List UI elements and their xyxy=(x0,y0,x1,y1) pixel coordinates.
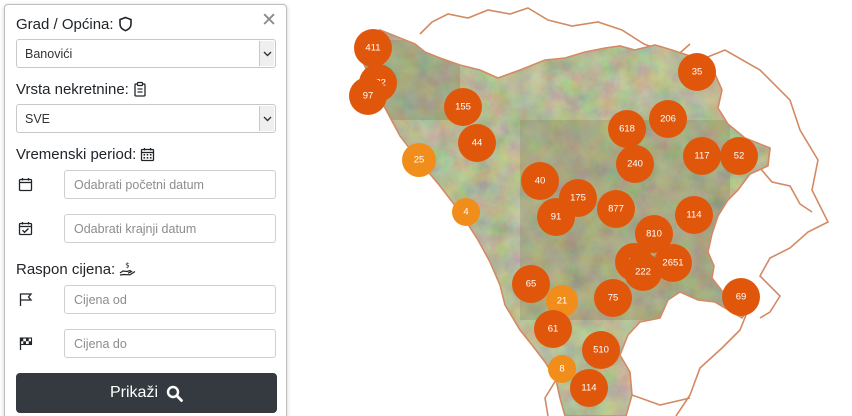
calendar-icon xyxy=(16,177,64,192)
svg-text:$: $ xyxy=(126,262,130,270)
start-date-input[interactable] xyxy=(64,170,276,199)
calendar-check-icon xyxy=(16,221,64,236)
cluster-marker[interactable]: 75 xyxy=(594,279,632,317)
shield-icon xyxy=(118,16,132,32)
cluster-count: 810 xyxy=(646,229,662,240)
end-date-input[interactable] xyxy=(64,214,276,243)
filter-panel: ✕ Grad / Općina: Banovići Vrsta nekretni… xyxy=(4,4,287,416)
cluster-count: 35 xyxy=(692,67,703,78)
cluster-marker[interactable]: 155 xyxy=(444,88,482,126)
cluster-count: 411 xyxy=(365,43,380,54)
cluster-count: 155 xyxy=(455,102,471,113)
cluster-count: 2651 xyxy=(662,258,683,269)
cluster-marker[interactable]: 411 xyxy=(354,29,392,67)
cluster-count: 4 xyxy=(463,207,468,218)
price-from-input[interactable] xyxy=(64,285,276,314)
cluster-marker[interactable]: 61 xyxy=(534,310,572,348)
show-button[interactable]: Prikaži xyxy=(16,373,277,413)
cluster-count: 114 xyxy=(686,210,701,221)
city-select-value: Banovići xyxy=(25,46,73,61)
type-label: Vrsta nekretnine: xyxy=(16,78,276,100)
cluster-count: 222 xyxy=(635,267,651,278)
cluster-count: 618 xyxy=(619,124,635,135)
cluster-count: 65 xyxy=(526,279,537,290)
cluster-marker[interactable]: 206 xyxy=(649,100,687,138)
search-icon xyxy=(166,385,183,402)
city-label: Grad / Općina: xyxy=(16,13,276,35)
close-icon[interactable]: ✕ xyxy=(261,11,277,30)
city-select[interactable]: Banovići xyxy=(16,39,276,68)
cluster-marker[interactable]: 4 xyxy=(452,198,480,226)
cluster-marker[interactable]: 240 xyxy=(616,145,654,183)
cluster-marker[interactable]: 97 xyxy=(349,77,387,115)
cluster-marker[interactable]: 65 xyxy=(512,265,550,303)
chevron-down-icon xyxy=(259,41,274,66)
cluster-count: 52 xyxy=(734,151,745,162)
period-label: Vremenski period: xyxy=(16,143,276,165)
cluster-count: 510 xyxy=(593,345,609,356)
cluster-count: 61 xyxy=(548,324,559,335)
end-date-row xyxy=(16,214,276,243)
checkered-flag-icon xyxy=(16,336,64,351)
cluster-count: 97 xyxy=(363,91,374,102)
cluster-marker[interactable]: 35 xyxy=(678,53,716,91)
calendar-grid-icon xyxy=(141,147,155,161)
cluster-count: 44 xyxy=(472,138,483,149)
cluster-marker[interactable]: 114 xyxy=(675,196,713,234)
cluster-marker[interactable]: 222 xyxy=(624,253,662,291)
cluster-marker[interactable]: 69 xyxy=(722,278,760,316)
start-date-row xyxy=(16,170,276,199)
cash-hand-icon: $ xyxy=(119,262,136,276)
cluster-marker[interactable]: 114 xyxy=(570,369,608,407)
cluster-marker[interactable]: 618 xyxy=(608,110,646,148)
clipboard-icon xyxy=(134,81,146,97)
price-to-input[interactable] xyxy=(64,329,276,358)
price-from-row xyxy=(16,285,276,314)
cluster-count: 240 xyxy=(627,159,643,170)
cluster-count: 877 xyxy=(608,204,624,215)
cluster-count: 206 xyxy=(660,114,676,125)
cluster-marker[interactable]: 877 xyxy=(597,190,635,228)
show-button-label: Prikaži xyxy=(109,384,158,401)
period-label-text: Vremenski period: xyxy=(16,145,137,163)
cluster-count: 91 xyxy=(551,212,562,223)
chevron-down-icon xyxy=(259,106,274,131)
city-label-text: Grad / Općina: xyxy=(16,15,114,33)
cluster-marker[interactable]: 52 xyxy=(720,137,758,175)
cluster-marker[interactable]: 510 xyxy=(582,331,620,369)
type-label-text: Vrsta nekretnine: xyxy=(16,80,129,98)
cluster-marker[interactable]: 44 xyxy=(458,124,496,162)
type-select[interactable]: SVE xyxy=(16,104,276,133)
cluster-marker[interactable]: 117 xyxy=(683,137,721,175)
cluster-count: 75 xyxy=(608,293,619,304)
cluster-count: 40 xyxy=(535,176,546,187)
flag-icon xyxy=(16,292,64,307)
cluster-marker[interactable]: 91 xyxy=(537,198,575,236)
app-root: 4113829715544254618206352401175240175877… xyxy=(0,0,852,416)
cluster-count: 25 xyxy=(414,155,425,166)
price-label-text: Raspon cijena: xyxy=(16,260,116,278)
cluster-count: 114 xyxy=(581,383,596,394)
cluster-count: 21 xyxy=(557,296,568,307)
cluster-count: 8 xyxy=(559,364,564,375)
type-select-value: SVE xyxy=(25,111,51,126)
price-label: Raspon cijena: $ xyxy=(16,258,276,280)
cluster-count: 117 xyxy=(694,151,709,162)
price-to-row xyxy=(16,329,276,358)
cluster-count: 69 xyxy=(736,292,747,303)
cluster-marker[interactable]: 25 xyxy=(402,143,436,177)
cluster-marker[interactable]: 40 xyxy=(521,162,559,200)
cluster-marker[interactable]: 8 xyxy=(548,355,576,383)
cluster-count: 175 xyxy=(570,193,586,204)
